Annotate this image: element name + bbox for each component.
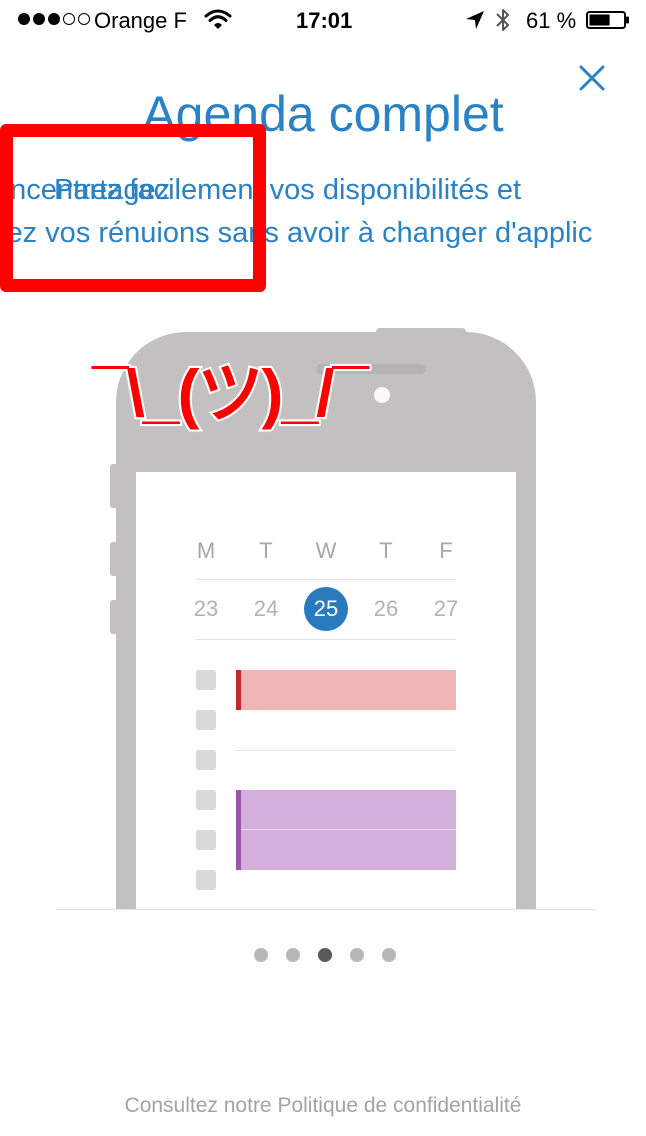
time-slot [196, 710, 216, 730]
calendar-day: 26 [373, 596, 399, 621]
page-dot[interactable] [318, 948, 332, 962]
battery-percent: 61 % [526, 8, 577, 33]
shrug-meme: ¯\_(ツ)_/¯ [90, 354, 371, 432]
battery-icon [586, 11, 629, 29]
weekday-label: W [315, 538, 337, 563]
weekday-label: T [379, 538, 393, 563]
description: oncentrez facilement vos disponibilités … [0, 170, 646, 260]
calendar-day: 27 [433, 596, 459, 621]
page-dot[interactable] [286, 948, 300, 962]
time-slot [196, 870, 216, 890]
page-indicator[interactable] [254, 948, 396, 962]
calendar-day: 24 [253, 596, 279, 621]
privacy-policy-link[interactable]: Consultez notre Politique de confidentia… [0, 1094, 646, 1118]
time-slot [196, 750, 216, 770]
event-block-purple [236, 790, 456, 870]
wifi-icon [204, 9, 232, 29]
calendar-day-selected: 25 [304, 587, 348, 631]
weekday-label: M [196, 538, 216, 563]
time-slot [196, 830, 216, 850]
page-dot[interactable] [350, 948, 364, 962]
description-overlay-text: Partagez [54, 174, 171, 206]
weekday-label: T [259, 538, 273, 563]
description-line-2: fiez vos rénuions sans avoir à changer d… [0, 217, 593, 249]
phone-camera [374, 387, 390, 403]
weekday-label: F [439, 538, 453, 563]
event-block-red [236, 670, 456, 710]
illustration-baseline [56, 909, 596, 910]
time-slot [196, 670, 216, 690]
location-arrow-icon [466, 11, 484, 29]
status-bar: Orange F 17:01 61 % [0, 0, 646, 40]
signal-dots-icon [18, 13, 90, 25]
calendar-divider [196, 579, 456, 580]
page-dot[interactable] [382, 948, 396, 962]
page-dot[interactable] [254, 948, 268, 962]
carrier-name: Orange F [94, 8, 187, 33]
calendar-divider [196, 639, 456, 640]
page-title: Agenda complet [142, 86, 504, 142]
clock: 17:01 [296, 8, 353, 33]
calendar-divider [236, 750, 456, 751]
time-slot [196, 790, 216, 810]
calendar-day: 23 [193, 596, 219, 621]
bluetooth-icon [496, 9, 509, 31]
